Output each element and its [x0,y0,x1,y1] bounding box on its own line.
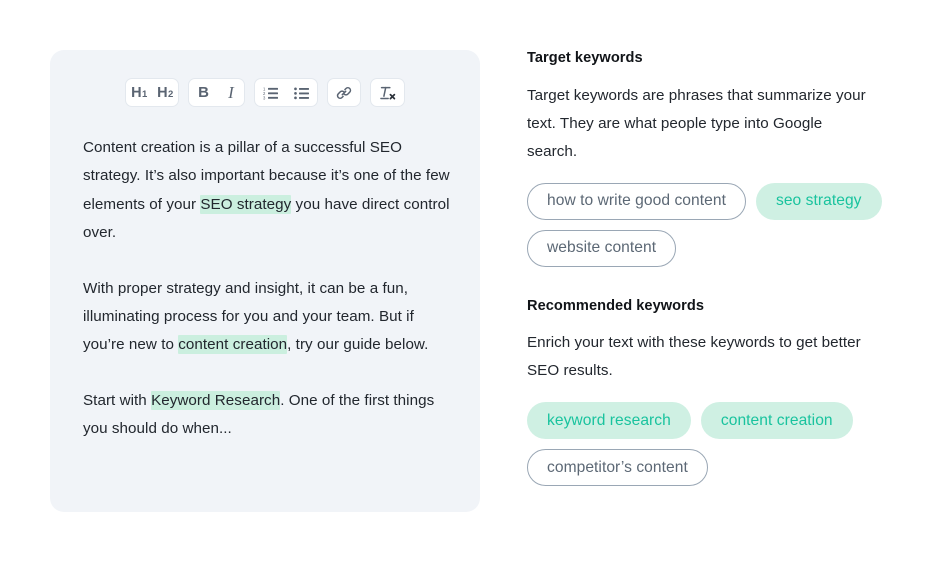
editor-paragraph: Start with Keyword Research. One of the … [83,387,455,444]
italic-icon[interactable]: I [218,79,244,106]
highlighted-keyword[interactable]: Keyword Research [151,390,281,410]
recommended-keyword-chip[interactable]: competitor’s content [527,449,708,487]
editor-card: H1H2BI123 Content creation is a pillar o… [50,50,480,512]
recommended-keywords-description: Enrich your text with these keywords to … [527,333,861,379]
chip-label: seo strategy [775,192,862,210]
recommended-keyword-chip[interactable]: content creation [700,402,853,440]
recommended-keyword-chip[interactable]: keyword research [527,402,691,440]
ordered-list-icon[interactable]: 123 [255,79,286,106]
highlighted-keyword[interactable]: SEO strategy [200,194,292,214]
highlighted-keyword[interactable]: content creation [178,335,288,355]
editor-toolbar: H1H2BI123 [50,78,480,107]
recommended-keywords-chip-list: keyword research content creation competit… [527,402,927,487]
target-keyword-chip[interactable]: seo strategy [755,182,882,220]
editor-document[interactable]: Content creation is a pillar of a succes… [83,134,455,444]
bold-icon[interactable]: B [189,79,218,106]
chip-label: website content [547,239,657,257]
target-keywords-description: Target keywords are phrases that summari… [527,87,866,161]
target-keyword-chip[interactable]: website content [527,229,677,267]
clear-formatting-icon[interactable] [371,79,404,106]
bullet-list-icon[interactable] [286,79,317,106]
target-keyword-chip[interactable]: how to write good content [527,182,746,220]
toolbar-group-link [326,78,361,107]
toolbar-group-lists: 123 [253,78,318,107]
chip-label: competitor’s content [547,458,688,476]
heading-2-icon[interactable]: H2 [152,79,178,106]
chip-label: how to write good content [547,192,726,210]
keywords-panel: Target keywords Target keywords are phra… [527,48,927,487]
toolbar-button-label: H [131,84,142,101]
target-keywords-title: Target keywords [527,50,643,66]
toolbar-button-level: 2 [167,89,174,100]
editor-paragraph: With proper strategy and insight, it can… [83,275,455,360]
target-keywords-section: Target keywords Target keywords are phra… [527,48,927,267]
app-root: H1H2BI123 Content creation is a pillar o… [0,0,938,563]
toolbar-button-label: H [157,84,168,101]
toolbar-group-headings: H1H2 [125,78,180,107]
recommended-keywords-title: Recommended keywords [527,297,704,314]
paragraph-text: Start with [83,391,152,409]
svg-text:3: 3 [263,95,266,99]
chip-label: keyword research [547,411,671,429]
heading-1-icon[interactable]: H1 [126,79,152,106]
editor-paragraph: Content creation is a pillar of a succes… [83,134,455,248]
toolbar-group-clear-format [369,78,405,107]
toolbar-group-inline-format: BI [188,78,245,107]
link-icon[interactable] [328,79,360,106]
recommended-keywords-section: Recommended keywords Enrich your text wi… [527,296,927,487]
toolbar-button-level: 1 [141,89,148,100]
target-keywords-chip-list: how to write good content seo strategy web… [527,182,927,267]
paragraph-text: , try our guide below. [287,336,429,354]
chip-label: content creation [720,411,833,429]
